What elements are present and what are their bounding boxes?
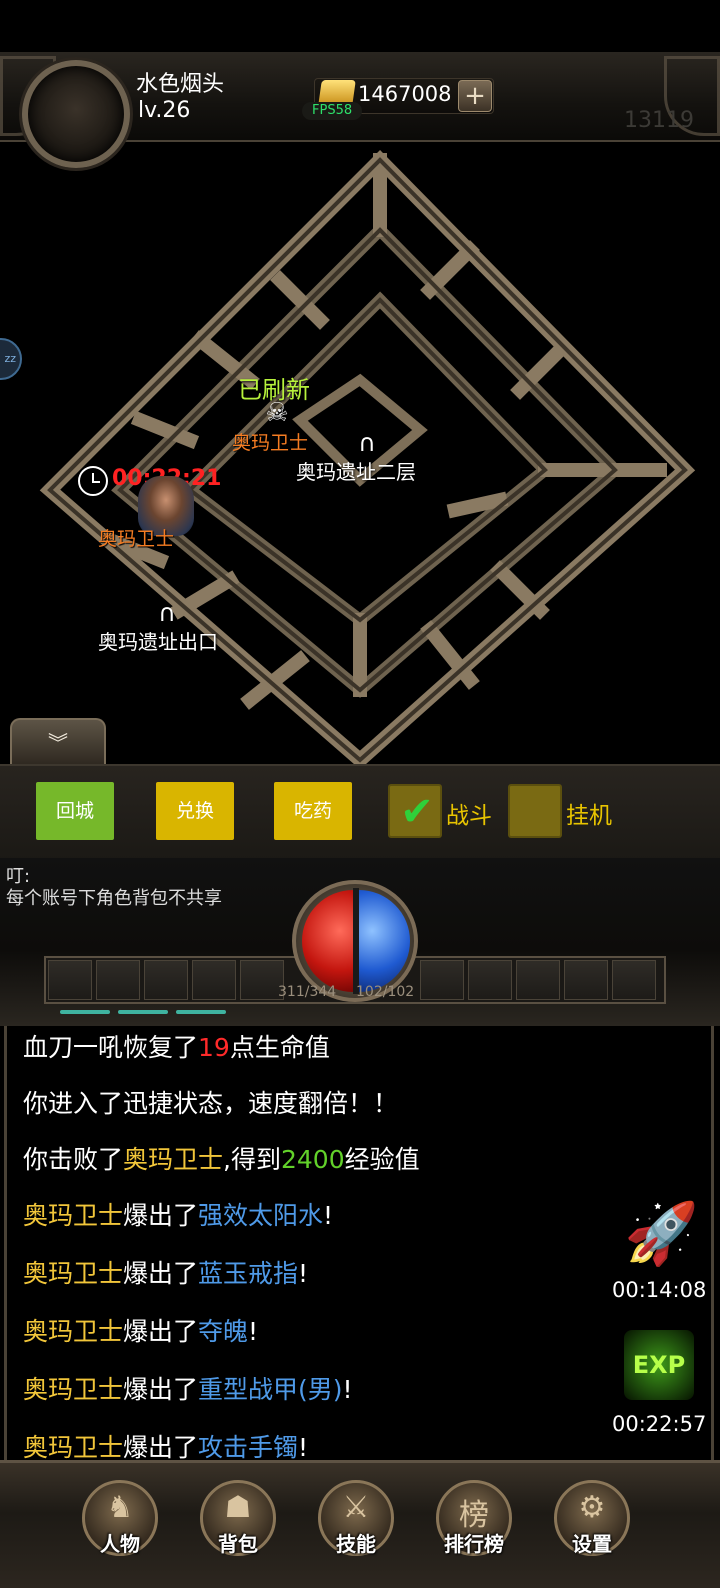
log-segment: 爆出了	[123, 1375, 199, 1404]
log-segment: 奥玛卫士	[23, 1375, 124, 1404]
log-segment: !	[248, 1317, 259, 1346]
skill-slot[interactable]	[516, 960, 560, 1000]
log-line: 奥玛卫士爆出了攻击手镯!	[23, 1428, 308, 1460]
skill-slot[interactable]	[144, 960, 188, 1000]
combat-log[interactable]: 血刀一吼恢复了19点生命值 你进入了迅捷状态，速度翻倍！！ 你击败了奥玛卫士,得到2…	[4, 1026, 714, 1460]
skill-slot[interactable]	[468, 960, 512, 1000]
skill-slot[interactable]	[420, 960, 464, 1000]
log-segment: 强效太阳水	[198, 1201, 324, 1230]
auto-hunt-label[interactable]: 挂机	[566, 796, 612, 830]
nav-label: 排行榜	[444, 1532, 504, 1556]
log-segment: 19	[198, 1033, 230, 1062]
log-segment: 2400	[280, 1145, 345, 1174]
server-number: 13119	[624, 108, 694, 133]
log-segment: 攻击手镯	[198, 1433, 299, 1460]
monster-label-2[interactable]: 奥玛卫士	[98, 524, 174, 551]
collapse-map-button[interactable]: ︾	[10, 718, 106, 766]
log-line: 奥玛卫士爆出了蓝玉戒指!	[23, 1254, 308, 1290]
log-segment: 爆出了	[123, 1259, 199, 1288]
skill-slot[interactable]	[96, 960, 140, 1000]
log-segment: ,得到	[223, 1145, 281, 1174]
exp-bar-segment	[60, 1010, 110, 1014]
log-line: 你进入了迅捷状态，速度翻倍！！	[23, 1084, 398, 1120]
hp-value: 311/344	[278, 984, 337, 1000]
portal-label-floor2[interactable]: 奥玛遗址二层	[296, 456, 416, 485]
skill-slot[interactable]	[612, 960, 656, 1000]
bag-icon: ☗	[224, 1490, 252, 1525]
gear-icon: ⚙	[578, 1490, 606, 1525]
log-segment: !	[342, 1375, 353, 1404]
nav-label: 背包	[218, 1532, 258, 1556]
log-line: 奥玛卫士爆出了强效太阳水!	[23, 1196, 333, 1232]
tip-text: 每个账号下角色背包不共享	[6, 888, 222, 909]
log-segment: 点生命值	[229, 1033, 330, 1062]
log-segment: 奥玛卫士	[23, 1317, 124, 1346]
monster-label-1[interactable]: 奥玛卫士	[232, 428, 308, 455]
nav-label: 人物	[100, 1532, 140, 1556]
character-icon: ♞	[106, 1490, 134, 1525]
skill-slot[interactable]	[564, 960, 608, 1000]
exp-bar-segment	[176, 1010, 226, 1014]
auto-hunt-checkbox[interactable]	[508, 784, 562, 838]
log-segment: !	[298, 1433, 309, 1460]
log-line: 奥玛卫士爆出了重型战甲(男)!	[23, 1370, 353, 1406]
player-name: 水色烟头	[136, 72, 225, 97]
log-segment: 奥玛卫士	[123, 1145, 224, 1174]
log-segment: 血刀一吼恢复了	[23, 1033, 199, 1062]
log-segment: 蓝玉戒指	[198, 1259, 299, 1288]
skill-slot[interactable]	[48, 960, 92, 1000]
log-segment: 你进入了迅捷状态，速度翻倍！！	[23, 1089, 399, 1118]
return-city-button[interactable]: 回城	[36, 782, 114, 840]
speed-buff-timer: 00:14:08	[612, 1278, 707, 1302]
nav-label: 技能	[336, 1532, 376, 1556]
exp-buff-timer: 00:22:57	[612, 1412, 707, 1436]
fps-counter: FPS58	[302, 102, 363, 120]
mp-value: 102/102	[356, 984, 415, 1000]
log-segment: 重型战甲(男)	[198, 1375, 343, 1404]
skill-icon: ⚔	[342, 1490, 370, 1525]
log-segment: 爆出了	[123, 1201, 199, 1230]
take-potion-button[interactable]: 吃药	[274, 782, 352, 840]
add-gold-button[interactable]: +	[458, 80, 492, 112]
log-segment: 爆出了	[123, 1433, 199, 1460]
log-line: 你击败了奥玛卫士,得到2400经验值	[23, 1140, 420, 1176]
nav-label: 设置	[572, 1532, 612, 1556]
orb-divider	[353, 888, 359, 994]
log-segment: 奥玛卫士	[23, 1259, 124, 1288]
portal-icon[interactable]: ∩	[354, 430, 380, 456]
gold-amount: 1467008	[358, 82, 452, 106]
log-line: 血刀一吼恢复了19点生命值	[23, 1028, 330, 1064]
skill-slot[interactable]	[192, 960, 236, 1000]
battle-label[interactable]: 战斗	[446, 796, 492, 830]
log-segment: 你击败了	[23, 1145, 124, 1174]
log-line: 奥玛卫士爆出了夺魄!	[23, 1312, 258, 1348]
clock-icon	[78, 466, 108, 496]
checkmark-icon: ✔	[400, 789, 434, 835]
log-segment: 爆出了	[123, 1317, 199, 1346]
log-segment: 奥玛卫士	[23, 1433, 124, 1460]
rocket-icon[interactable]: 🚀	[624, 1194, 699, 1274]
log-segment: 奥玛卫士	[23, 1201, 124, 1230]
skull-icon[interactable]: ☠	[258, 398, 296, 428]
portal-label-exit[interactable]: 奥玛遗址出口	[98, 626, 218, 655]
log-segment: 经验值	[344, 1145, 420, 1174]
exit-portal-icon[interactable]: ∩	[154, 600, 180, 626]
exp-bar-segment	[118, 1010, 168, 1014]
log-segment: !	[323, 1201, 334, 1230]
player-level: lv.26	[138, 98, 191, 123]
exchange-button[interactable]: 兑换	[156, 782, 234, 840]
log-segment: !	[298, 1259, 309, 1288]
log-segment: 夺魄	[198, 1317, 249, 1346]
exp-boost-icon[interactable]: EXP	[624, 1330, 694, 1400]
